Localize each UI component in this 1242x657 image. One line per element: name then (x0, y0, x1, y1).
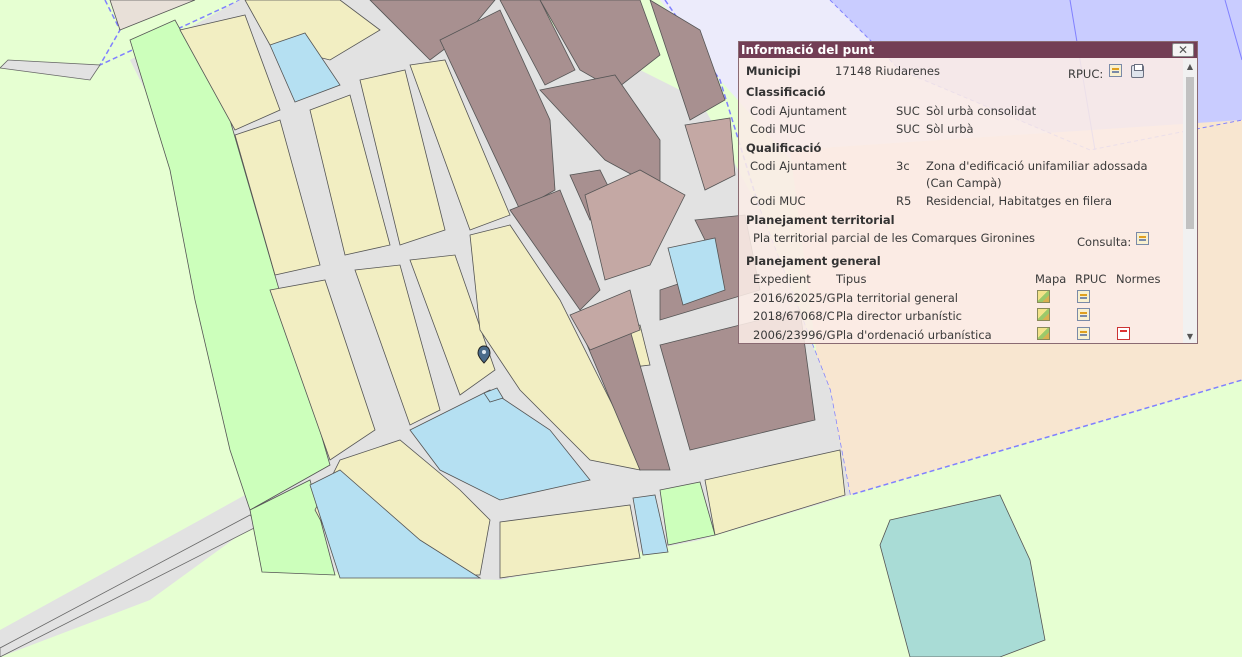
pdf-icon[interactable] (1117, 327, 1130, 340)
expedient-cell: 2006/23996/G (753, 328, 836, 342)
column-header-expedient: Expedient (753, 272, 811, 286)
qualificacio-row-desc: Residencial, Habitatges en filera (926, 194, 1113, 208)
planejament-territorial-text: Pla territorial parcial de les Comarques… (753, 231, 1036, 245)
classificacio-row-code: SUC (896, 104, 920, 118)
qualificacio-row-label: Codi MUC (750, 194, 806, 208)
scroll-down-icon[interactable]: ▼ (1183, 332, 1197, 341)
classificacio-heading: Classificació (746, 85, 826, 99)
qualificacio-row-label: Codi Ajuntament (750, 159, 847, 173)
rpuc-document-icon[interactable] (1077, 290, 1090, 303)
map-icon[interactable] (1037, 308, 1050, 321)
classificacio-row-label: Codi MUC (750, 122, 806, 136)
classificacio-row-desc: Sòl urbà (926, 122, 974, 136)
classificacio-row-code: SUC (896, 122, 920, 136)
point-info-popup[interactable]: Informació del punt ✕ Municipi 17148 Riu… (738, 41, 1198, 344)
tipus-cell: Pla director urbanístic (836, 309, 962, 323)
popup-title-bar: Informació del punt ✕ (739, 42, 1197, 58)
scroll-up-icon[interactable]: ▲ (1183, 62, 1197, 71)
column-header-tipus: Tipus (836, 272, 867, 286)
map-icon[interactable] (1037, 290, 1050, 303)
planejament-territorial-heading: Planejament territorial (746, 213, 895, 227)
municipi-label: Municipi (746, 64, 801, 78)
print-icon[interactable] (1131, 64, 1144, 78)
popup-scrollbar[interactable]: ▲ ▼ (1183, 59, 1197, 343)
column-header-normes: Normes (1116, 272, 1161, 286)
scrollbar-thumb[interactable] (1186, 77, 1194, 229)
qualificacio-row-desc-cont: (Can Campà) (926, 176, 1002, 190)
expedient-cell: 2018/67068/C (753, 309, 835, 323)
tipus-cell: Pla d'ordenació urbanística (836, 328, 992, 342)
qualificacio-heading: Qualificació (746, 141, 822, 155)
rpuc-document-icon[interactable] (1077, 308, 1090, 321)
qualificacio-row-code: R5 (896, 194, 912, 208)
planejament-general-heading: Planejament general (746, 254, 881, 268)
popup-title: Informació del punt (741, 43, 875, 57)
rpuc-label: RPUC: (1068, 67, 1104, 81)
classificacio-row-label: Codi Ajuntament (750, 104, 847, 118)
close-icon[interactable]: ✕ (1172, 43, 1194, 57)
consulta-label: Consulta: (1077, 235, 1132, 249)
expedient-cell: 2016/62025/G (753, 291, 836, 305)
rpuc-document-icon[interactable] (1077, 327, 1090, 340)
tipus-cell: Pla territorial general (836, 291, 958, 305)
rpuc-document-icon[interactable] (1109, 64, 1122, 77)
classificacio-row-desc: Sòl urbà consolidat (926, 104, 1037, 118)
qualificacio-row-code: 3c (896, 159, 910, 173)
municipi-value: 17148 Riudarenes (835, 64, 940, 78)
popup-content: Municipi 17148 Riudarenes RPUC: Classifi… (739, 59, 1183, 343)
column-header-rpuc: RPUC (1075, 272, 1107, 286)
consulta-document-icon[interactable] (1136, 232, 1149, 245)
qualificacio-row-desc: Zona d'edificació unifamiliar adossada (926, 159, 1148, 173)
map-icon[interactable] (1037, 327, 1050, 340)
column-header-mapa: Mapa (1035, 272, 1067, 286)
